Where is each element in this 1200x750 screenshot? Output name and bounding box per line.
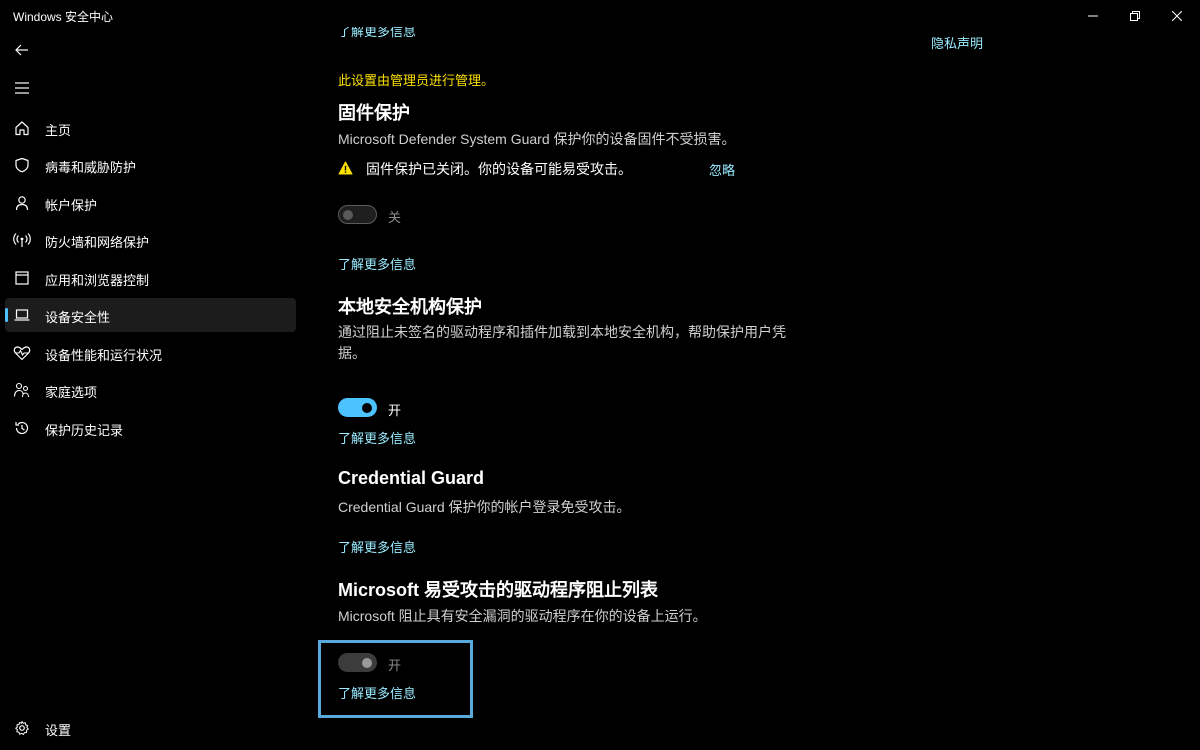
sidebar-item-label: 帐户保护 — [45, 198, 98, 213]
sidebar-item-label: 应用和浏览器控制 — [45, 273, 150, 288]
toggle-knob — [343, 209, 353, 220]
firmware-warning-text: 固件保护已关闭。你的设备可能易受攻击。 — [366, 161, 632, 177]
sidebar-item-label: 主页 — [45, 123, 72, 138]
minimize-button[interactable] — [1070, 0, 1116, 32]
firmware-toggle-state: 关 — [388, 210, 402, 225]
minimize-icon — [1088, 11, 1098, 21]
sidebar-item-label: 设置 — [45, 723, 72, 738]
hamburger-menu-icon — [14, 81, 30, 99]
menu-button[interactable] — [12, 80, 32, 100]
ignore-warning-link[interactable]: 忽略 — [709, 160, 735, 179]
sidebar-item-label: 家庭选项 — [45, 385, 98, 400]
gear-icon — [12, 718, 32, 738]
sidebar-item-device-performance[interactable]: 设备性能和运行状况 — [5, 336, 296, 370]
restore-icon — [1130, 11, 1140, 21]
sidebar-item-app-browser-control[interactable]: 应用和浏览器控制 — [5, 261, 296, 295]
driver-blocklist-title: Microsoft 易受攻击的驱动程序阻止列表 — [338, 580, 658, 600]
lsa-protection-toggle[interactable] — [338, 398, 377, 417]
active-indicator — [5, 308, 8, 322]
sidebar-item-protection-history[interactable]: 保护历史记录 — [5, 411, 296, 445]
lsa-learn-more-link[interactable]: 了解更多信息 — [338, 428, 416, 447]
sidebar-item-label: 保护历史记录 — [45, 423, 124, 438]
maximize-button[interactable] — [1112, 0, 1158, 32]
firmware-protection-toggle[interactable] — [338, 205, 377, 224]
firmware-warning: 固件保护已关闭。你的设备可能易受攻击。 忽略 — [338, 158, 758, 178]
lsa-protection-description: 通过阻止未签名的驱动程序和插件加载到本地安全机构，帮助保护用户凭据。 — [338, 324, 786, 361]
heart-pulse-icon — [12, 343, 32, 363]
toggle-knob — [362, 402, 372, 413]
back-button[interactable] — [12, 42, 32, 62]
history-icon — [12, 418, 32, 438]
sidebar-item-family-options[interactable]: 家庭选项 — [5, 373, 296, 407]
person-icon — [12, 193, 32, 213]
sidebar-item-device-security[interactable]: 设备安全性 — [5, 298, 296, 332]
privacy-statement-link[interactable]: 隐私声明 — [931, 33, 983, 52]
focus-highlight — [318, 640, 473, 718]
close-button[interactable] — [1154, 0, 1200, 32]
firmware-learn-more-link[interactable]: 了解更多信息 — [338, 254, 416, 273]
firmware-protection-description: Microsoft Defender System Guard 保护你的设备固件… — [338, 131, 736, 147]
learn-more-link-partial[interactable]: 了解更多信息 — [338, 27, 458, 39]
back-arrow-icon — [15, 43, 29, 62]
credential-guard-description: Credential Guard 保护你的帐户登录免受攻击。 — [338, 499, 631, 515]
wireless-icon — [12, 230, 32, 250]
close-icon — [1172, 11, 1182, 21]
family-icon — [12, 380, 32, 400]
sidebar-item-home[interactable]: 主页 — [5, 111, 296, 145]
sidebar-item-label: 设备安全性 — [45, 310, 111, 325]
driver-blocklist-description: Microsoft 阻止具有安全漏洞的驱动程序在你的设备上运行。 — [338, 608, 707, 624]
app-window-icon — [12, 268, 32, 288]
admin-managed-note: 此设置由管理员进行管理。 — [338, 73, 495, 88]
sidebar-item-label: 病毒和威胁防护 — [45, 160, 137, 175]
warning-triangle-icon — [338, 161, 353, 180]
home-icon — [12, 118, 32, 138]
lsa-protection-title: 本地安全机构保护 — [338, 297, 482, 317]
sidebar-item-virus-protection[interactable]: 病毒和威胁防护 — [5, 148, 296, 182]
lsa-toggle-state: 开 — [388, 403, 402, 418]
title-bar: Windows 安全中心 — [0, 0, 1200, 32]
credential-guard-title: Credential Guard — [338, 468, 485, 488]
sidebar-item-label: 防火墙和网络保护 — [45, 235, 150, 250]
sidebar-item-account-protection[interactable]: 帐户保护 — [5, 186, 296, 220]
driver-blocklist-toggle-state: 开 — [388, 658, 402, 673]
sidebar-item-settings[interactable]: 设置 — [5, 711, 296, 745]
firmware-protection-title: 固件保护 — [338, 103, 410, 123]
sidebar-item-label: 设备性能和运行状况 — [45, 348, 163, 363]
toggle-knob — [362, 657, 372, 668]
driver-blocklist-learn-more-link[interactable]: 了解更多信息 — [338, 683, 416, 702]
credential-guard-learn-more-link[interactable]: 了解更多信息 — [338, 537, 416, 556]
app-title: Windows 安全中心 — [13, 10, 114, 24]
driver-blocklist-toggle[interactable] — [338, 653, 377, 672]
sidebar-item-firewall[interactable]: 防火墙和网络保护 — [5, 223, 296, 257]
shield-icon — [12, 155, 32, 175]
laptop-icon — [12, 305, 32, 325]
